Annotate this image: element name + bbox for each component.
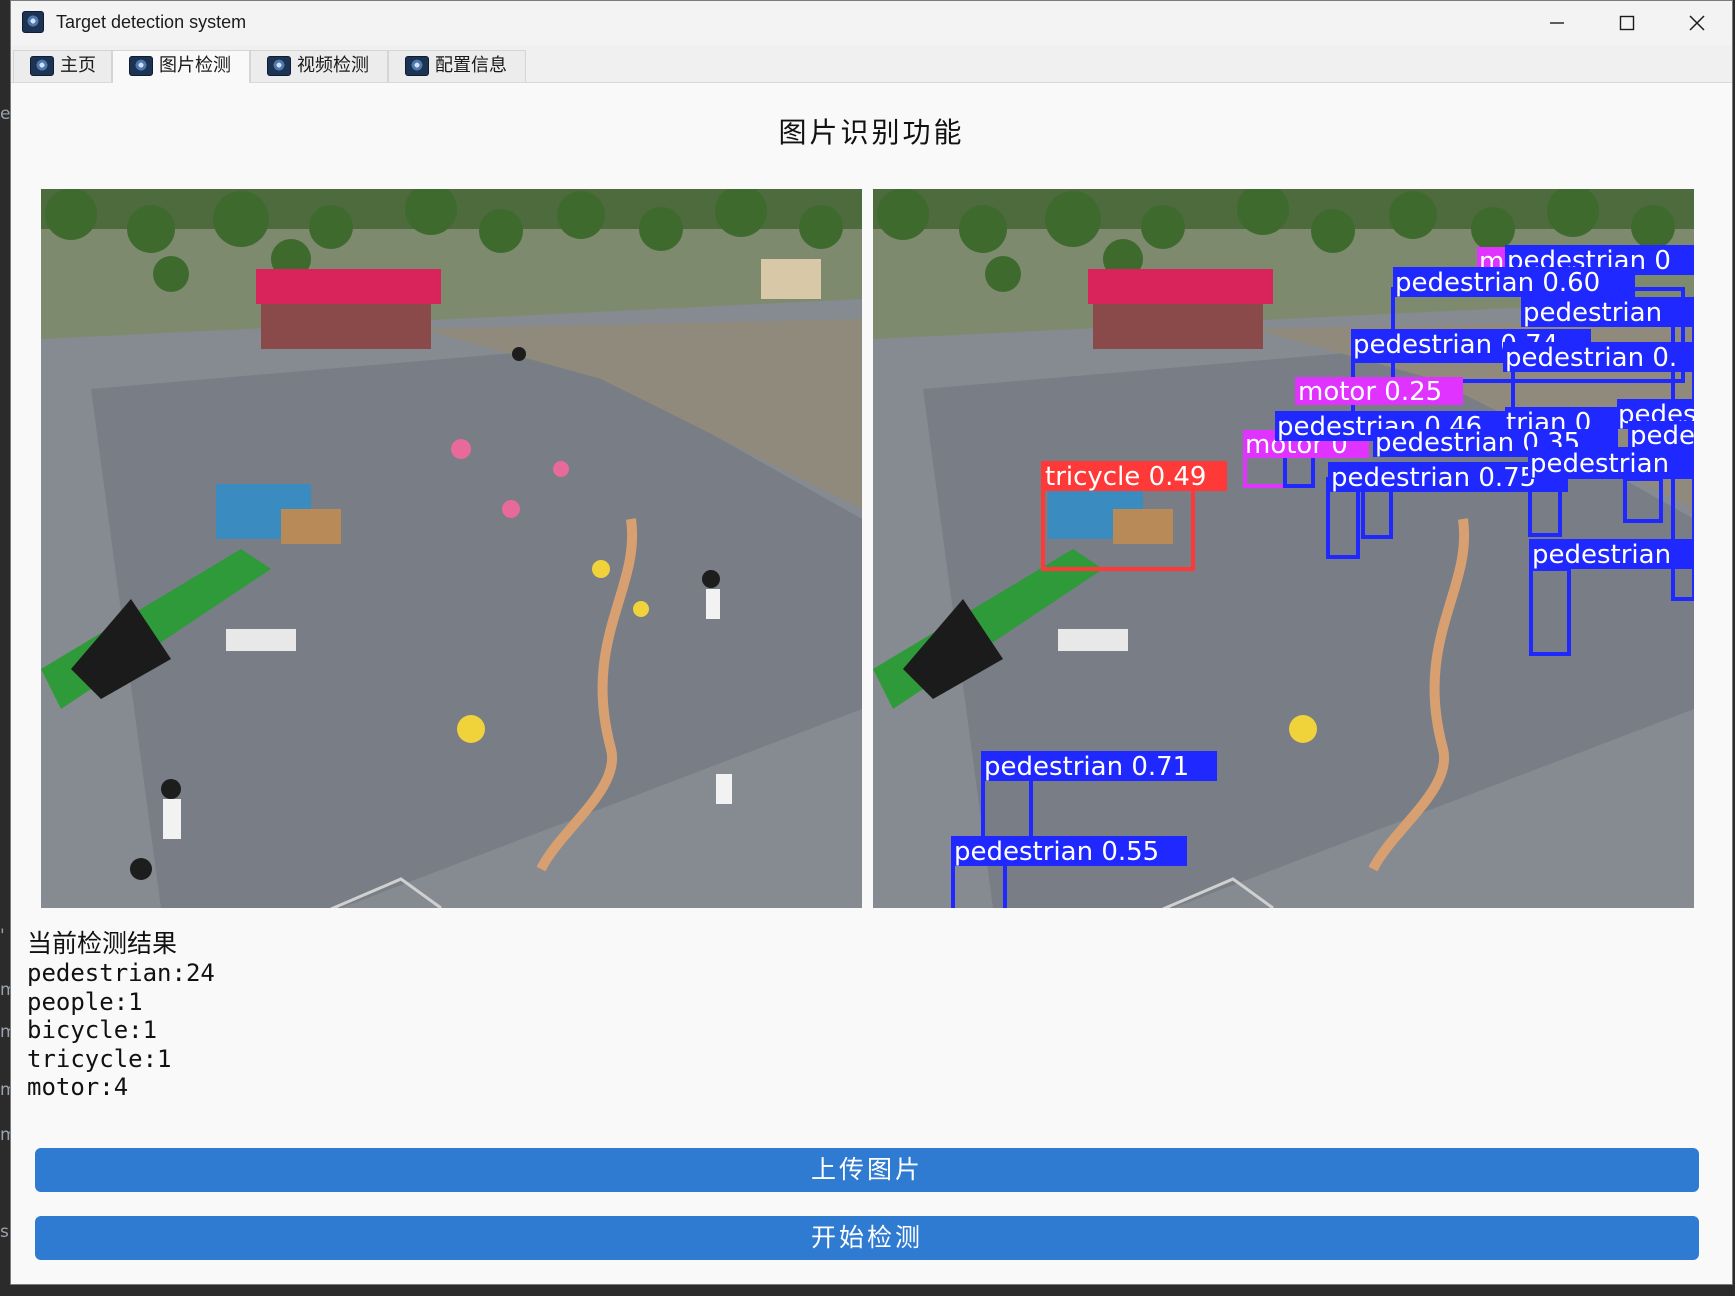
close-button[interactable] [1662,1,1732,46]
original-image [41,189,862,908]
background-window-text: e [0,104,11,124]
tab-label: 配置信息 [435,55,507,76]
app-logo-icon [30,56,54,76]
result-line: tricycle:1 [27,1044,172,1073]
result-line: bicycle:1 [27,1016,158,1045]
result-line: pedestrian:24 [27,959,215,987]
background-window-text: ' [0,926,5,946]
app-window: Target detection system 主页 图片检测 视频检测 配置信… [10,0,1733,1285]
tab-image-detection[interactable]: 图片检测 [112,50,250,83]
original-image-scene [41,189,862,908]
detection-label-text: pedestrian 0.55 [954,837,1159,867]
page-title: 图片识别功能 [778,116,965,149]
detection-label-text: pedestrian [1523,298,1662,328]
detection-label-text: motor 0.25 [1298,377,1442,407]
app-logo-icon [22,11,44,33]
close-icon [1689,15,1705,31]
tab-home[interactable]: 主页 [13,50,112,82]
detection-label: pedestrian 0.71 [981,751,1217,782]
background-window-text: m [0,1022,17,1042]
detection-label-text: pedestrian 0.71 [984,752,1189,782]
background-window-text: m [0,1125,17,1145]
detection-label-text: pedestrian [1532,540,1671,570]
result-line: people:1 [27,987,143,1016]
detection-label: pedestrian [1529,539,1694,570]
maximize-button[interactable] [1592,1,1662,46]
tab-label: 主页 [60,55,96,76]
background-window-text: m [0,1080,17,1100]
background-window-text: s [0,1222,9,1242]
app-logo-icon [405,56,429,76]
result-line: motor:4 [27,1073,129,1102]
detection-label-text: pedestrian 0. [1505,343,1677,373]
upload-image-button[interactable]: 上传图片 [35,1148,1699,1192]
detection-label-text: tricycle 0.49 [1045,462,1206,492]
detection-label: motor 0.25 [1295,377,1463,407]
tab-label: 图片检测 [159,55,231,76]
tab-bar: 主页 图片检测 视频检测 配置信息 [11,46,1732,83]
maximize-icon [1619,15,1635,31]
detection-label: pede [1628,421,1694,451]
detection-label-text: pedestrian 0.75 [1331,463,1536,493]
detection-results: 当前检测结果 pedestrian:24 people:1 bicycle:1 … [27,929,215,1102]
tab-label: 视频检测 [297,55,369,76]
minimize-button[interactable] [1522,1,1592,46]
tab-config-info[interactable]: 配置信息 [388,50,526,82]
detection-label: tricycle 0.49 [1041,461,1227,492]
detection-label: pedestrian [1521,297,1694,328]
detection-label: pedestrian [1528,447,1694,479]
detection-label: pedestrian 0. [1503,342,1694,373]
detection-label-text: pedestrian 0.60 [1395,268,1600,298]
tab-video-detection[interactable]: 视频检测 [250,50,388,82]
detection-label-text: pedestrian [1530,449,1669,479]
detection-label: pedestrian 0.60 [1393,267,1635,298]
app-logo-icon [129,56,153,76]
title-bar[interactable]: Target detection system [11,1,1732,46]
detection-label: pedestrian 0.55 [951,836,1187,867]
background-window-text: m [0,980,17,1000]
detection-label-text: pede [1630,421,1694,451]
detected-image-scene: tricycle 0.49 motor 0.25 motor 0 m pedes… [873,189,1694,908]
window-title: Target detection system [56,12,247,32]
detected-image: tricycle 0.49 motor 0.25 motor 0 m pedes… [873,189,1694,908]
start-detection-button[interactable]: 开始检测 [35,1216,1699,1260]
results-heading: 当前检测结果 [27,929,178,958]
minimize-icon [1550,22,1564,24]
app-logo-icon [267,56,291,76]
